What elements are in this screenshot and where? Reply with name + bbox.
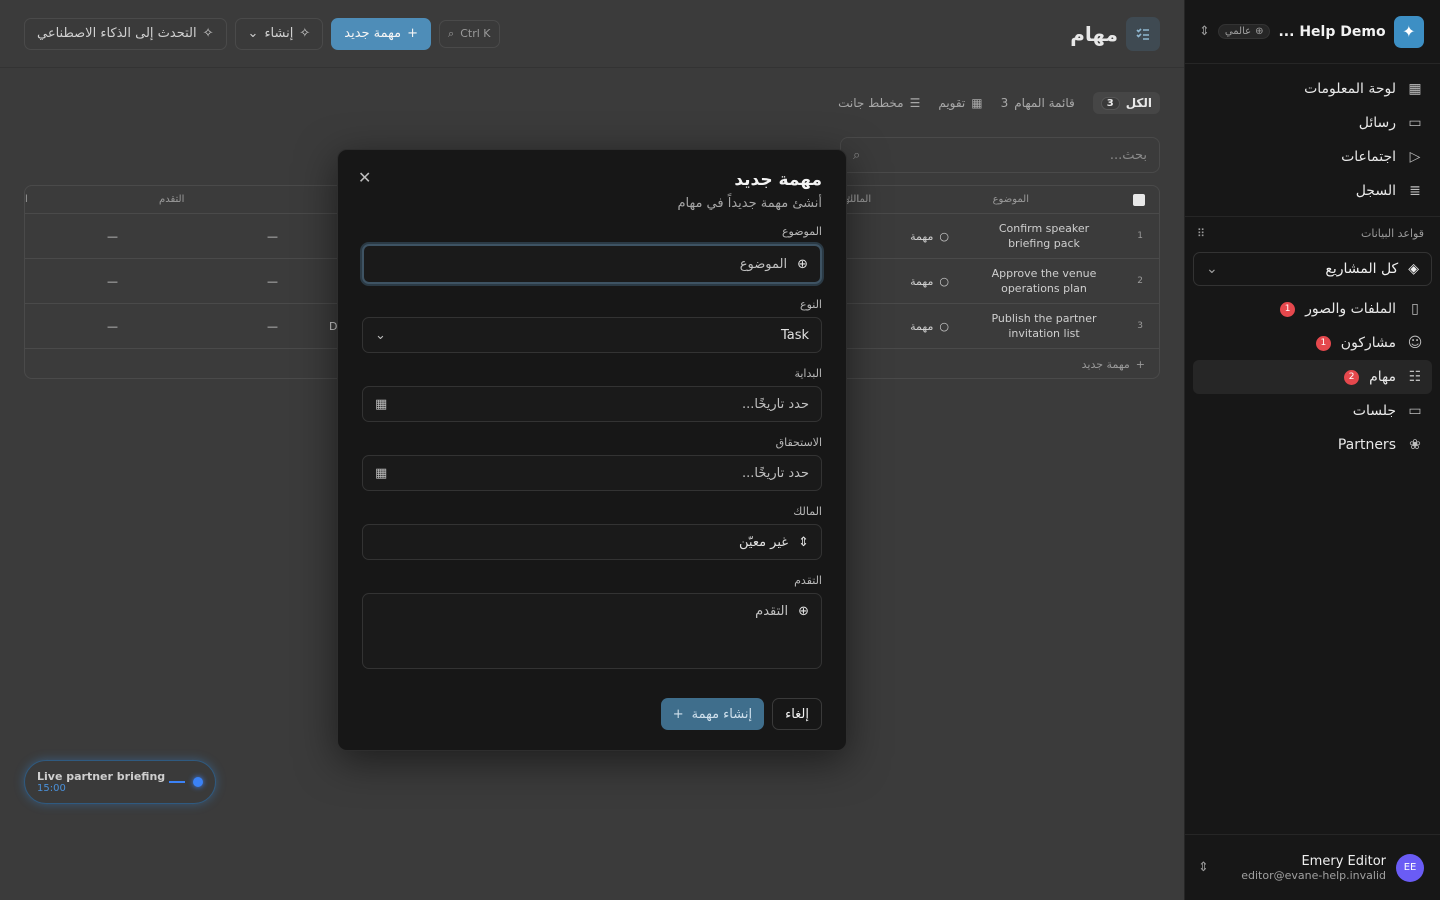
- globe-icon: ⊕: [797, 256, 808, 272]
- due-placeholder: حدد تاريخًا...: [741, 465, 809, 481]
- databases-section: قواعد البيانات ⠿ ◈ كل المشاريع ⌄ ▯ الملف…: [1185, 217, 1440, 472]
- sidebar: ✦ Help Demo ... ⊕ عالمي ⇕ ▦ لوحة المعلوم…: [1184, 0, 1440, 900]
- avatar: EE: [1396, 853, 1424, 882]
- calendar-icon: ▦: [375, 396, 388, 412]
- start-date-picker[interactable]: حدد تاريخًا... ▦: [362, 386, 822, 422]
- count-badge: 2: [1344, 369, 1360, 385]
- sidebar-item-label: لوحة المعلومات: [1304, 81, 1396, 97]
- sidebar-item-label: مهام: [1369, 369, 1396, 385]
- sidebar-item-label: مشاركون: [1340, 335, 1396, 351]
- type-select[interactable]: Task ⌄: [362, 317, 822, 353]
- owner-label: المالك: [793, 505, 822, 518]
- sidebar-item-label: رسائل: [1358, 115, 1396, 131]
- sidebar-item-log[interactable]: ≣ السجل: [1193, 174, 1432, 208]
- chevron-up-down-icon: ⇕: [798, 534, 809, 550]
- cancel-label: إلغاء: [785, 706, 809, 722]
- task-list-icon: ☷: [1408, 369, 1422, 385]
- layers-icon: ◈: [1408, 261, 1419, 277]
- sidebar-item-label: Partners: [1337, 437, 1396, 453]
- chevron-up-down-icon: ⇕: [1198, 860, 1209, 875]
- owner-select[interactable]: ⇕ غير معيّن: [362, 524, 822, 560]
- dashboard-icon: ▦: [1408, 81, 1422, 97]
- sidebar-item-participants[interactable]: ☺ مشاركون 1: [1193, 326, 1432, 360]
- sidebar-item-partners[interactable]: ❀ Partners: [1193, 428, 1432, 462]
- dialog-title: مهمة جديد: [734, 170, 822, 190]
- app-root: مهام Ctrl K ⌕ + مهمة جديد ✧ إنشاء ⌄ ✧ ال: [0, 0, 1440, 900]
- workspace-switcher[interactable]: ✦ Help Demo ... ⊕ عالمي ⇕: [1185, 0, 1440, 64]
- due-label: الاستحقاق: [775, 436, 822, 449]
- count-badge: 1: [1315, 335, 1331, 351]
- globe-icon: ⊕: [798, 604, 809, 619]
- plus-icon: +: [672, 706, 684, 722]
- workspace-name: Help Demo ...: [1278, 23, 1386, 40]
- subject-label: الموضوع: [781, 225, 822, 238]
- new-task-dialog: ✕ مهمة جديد أنشئ مهمة جديداً في مهام الم…: [337, 149, 847, 751]
- project-selector-label: كل المشاريع: [1325, 261, 1399, 277]
- dialog-actions: إلغاء إنشاء مهمة +: [660, 698, 822, 730]
- partners-icon: ❀: [1409, 437, 1421, 453]
- progress-label: التقدم: [794, 574, 822, 587]
- subject-input[interactable]: ⊕ الموضوع: [362, 244, 822, 284]
- start-placeholder: حدد تاريخًا...: [741, 396, 809, 412]
- presentation-icon: ▭: [1408, 403, 1422, 419]
- close-icon[interactable]: ✕: [358, 168, 371, 187]
- sidebar-item-files[interactable]: ▯ الملفات والصور 1: [1193, 292, 1432, 326]
- video-icon: ▷: [1409, 149, 1421, 165]
- chevron-down-icon: ⌄: [375, 327, 386, 343]
- workspace-badge-label: عالمي: [1224, 26, 1252, 37]
- count-badge: 1: [1280, 301, 1296, 317]
- create-task-button[interactable]: إنشاء مهمة +: [660, 698, 765, 730]
- type-label: النوع: [800, 298, 822, 311]
- drag-handle-icon[interactable]: ⠿: [1197, 227, 1205, 240]
- log-icon: ≣: [1409, 183, 1421, 199]
- start-label: البداية: [794, 367, 822, 380]
- cancel-button[interactable]: إلغاء: [772, 698, 822, 730]
- sidebar-item-sessions[interactable]: ▭ جلسات: [1193, 394, 1432, 428]
- dialog-subtitle: أنشئ مهمة جديداً في مهام: [677, 196, 822, 211]
- progress-input[interactable]: ⊕ التقدم: [362, 593, 822, 669]
- databases-title: قواعد البيانات: [1361, 227, 1424, 240]
- databases-header: قواعد البيانات ⠿: [1193, 227, 1432, 252]
- user-email: editor@evane-help.invalid: [1241, 868, 1386, 882]
- sidebar-item-tasks[interactable]: ☷ مهام 2: [1193, 360, 1432, 394]
- sidebar-item-label: جلسات: [1352, 403, 1396, 419]
- sidebar-item-label: السجل: [1355, 183, 1396, 199]
- globe-icon: ⊕: [1255, 26, 1264, 37]
- user-info: Emery Editor editor@evane-help.invalid: [1241, 854, 1386, 882]
- users-icon: ☺: [1407, 335, 1423, 351]
- sidebar-item-label: الملفات والصور: [1305, 301, 1396, 317]
- sidebar-item-meetings[interactable]: ▷ اجتماعات: [1193, 140, 1432, 174]
- message-icon: ▭: [1408, 115, 1422, 131]
- owner-value: غير معيّن: [739, 534, 789, 550]
- primary-nav: ▦ لوحة المعلومات ▭ رسائل ▷ اجتماعات ≣ ال…: [1185, 64, 1440, 217]
- user-name: Emery Editor: [1301, 853, 1386, 869]
- calendar-icon: ▦: [375, 465, 388, 481]
- sidebar-item-dashboard[interactable]: ▦ لوحة المعلومات: [1193, 72, 1432, 106]
- workspace-logo-icon: ✦: [1393, 15, 1424, 48]
- chevron-up-down-icon: ⇕: [1199, 24, 1210, 39]
- user-menu[interactable]: EE Emery Editor editor@evane-help.invali…: [1184, 834, 1440, 900]
- file-icon: ▯: [1411, 301, 1419, 317]
- workspace-badge: ⊕ عالمي: [1217, 24, 1271, 39]
- chevron-down-icon: ⌄: [1206, 261, 1218, 277]
- sidebar-item-messages[interactable]: ▭ رسائل: [1193, 106, 1432, 140]
- type-value: Task: [780, 327, 809, 343]
- project-selector[interactable]: ◈ كل المشاريع ⌄: [1193, 252, 1432, 286]
- progress-placeholder: التقدم: [755, 604, 789, 619]
- due-date-picker[interactable]: حدد تاريخًا... ▦: [362, 455, 822, 491]
- sidebar-item-label: اجتماعات: [1341, 149, 1396, 165]
- subject-placeholder: الموضوع: [739, 256, 788, 272]
- create-task-label: إنشاء مهمة: [691, 706, 753, 722]
